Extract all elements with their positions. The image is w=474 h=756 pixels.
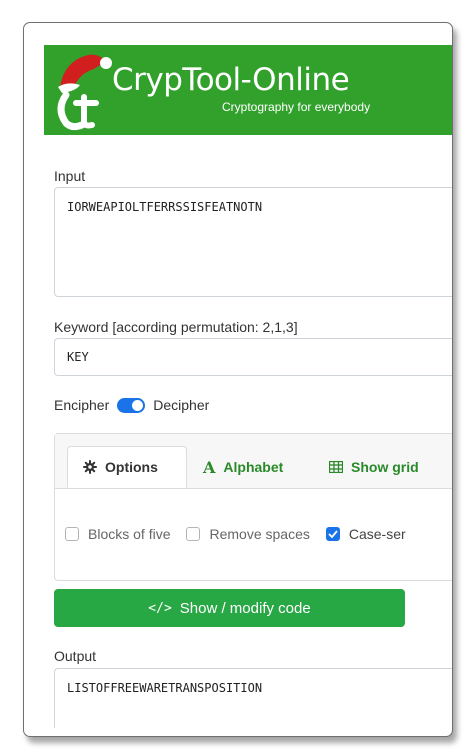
decipher-label: Decipher	[153, 397, 210, 413]
input-textarea[interactable]: IORWEAPIOLTFERRSSISFEATNOTN	[54, 187, 452, 297]
output-textarea[interactable]: LISTOFFREEWARETRANSPOSITION	[54, 668, 452, 728]
tab-alphabet[interactable]: A Alphabet	[203, 446, 283, 488]
options-checkboxes: Blocks of five Remove spaces Case-ser	[65, 526, 422, 542]
checkmark-icon	[328, 530, 338, 538]
tab-options-label: Options	[105, 459, 158, 475]
remove-spaces-option[interactable]: Remove spaces	[186, 526, 310, 542]
remove-spaces-label: Remove spaces	[209, 526, 310, 542]
brand-tagline: Cryptography for everybody	[222, 100, 371, 114]
case-sensitive-label: Case-ser	[348, 526, 406, 542]
switch-knob	[132, 399, 144, 411]
encipher-label: Encipher	[54, 397, 110, 413]
table-icon	[329, 461, 343, 473]
blocks-of-five-checkbox[interactable]	[65, 527, 79, 541]
input-label: Input	[54, 168, 86, 184]
tab-options[interactable]: Options	[67, 446, 187, 488]
blocks-of-five-option[interactable]: Blocks of five	[65, 526, 170, 542]
mode-switch[interactable]	[117, 397, 146, 413]
app-window: CrypTool-Online Cryptography for everybo…	[23, 22, 453, 737]
blocks-of-five-label: Blocks of five	[88, 526, 171, 542]
site-header: CrypTool-Online Cryptography for everybo…	[44, 45, 452, 135]
mode-toggle-row: Encipher Decipher	[54, 395, 209, 415]
tab-bar: Options A Alphabet Show grid	[55, 434, 452, 489]
show-modify-code-label: Show / modify code	[179, 599, 311, 617]
santa-hat-logo-icon	[57, 54, 112, 131]
brand-name: CrypTool-Online	[112, 62, 350, 98]
letter-a-icon: A	[203, 457, 216, 477]
show-modify-code-button[interactable]: </> Show / modify code	[54, 589, 405, 627]
tab-alphabet-label: Alphabet	[223, 459, 284, 475]
tab-show-grid-label: Show grid	[351, 459, 419, 475]
case-sensitive-checkbox[interactable]	[325, 527, 340, 541]
case-sensitive-option[interactable]: Case-ser	[325, 526, 406, 542]
code-icon: </>	[148, 600, 172, 616]
output-label: Output	[54, 648, 97, 664]
tab-show-grid[interactable]: Show grid	[329, 446, 419, 488]
remove-spaces-checkbox[interactable]	[186, 527, 201, 541]
keyword-label: Keyword [according permutation: 2,1,3]	[54, 319, 298, 335]
gear-icon	[83, 460, 97, 474]
options-card: Options A Alphabet Show grid Blocks of f…	[54, 433, 452, 581]
keyword-input[interactable]: KEY	[54, 338, 452, 376]
